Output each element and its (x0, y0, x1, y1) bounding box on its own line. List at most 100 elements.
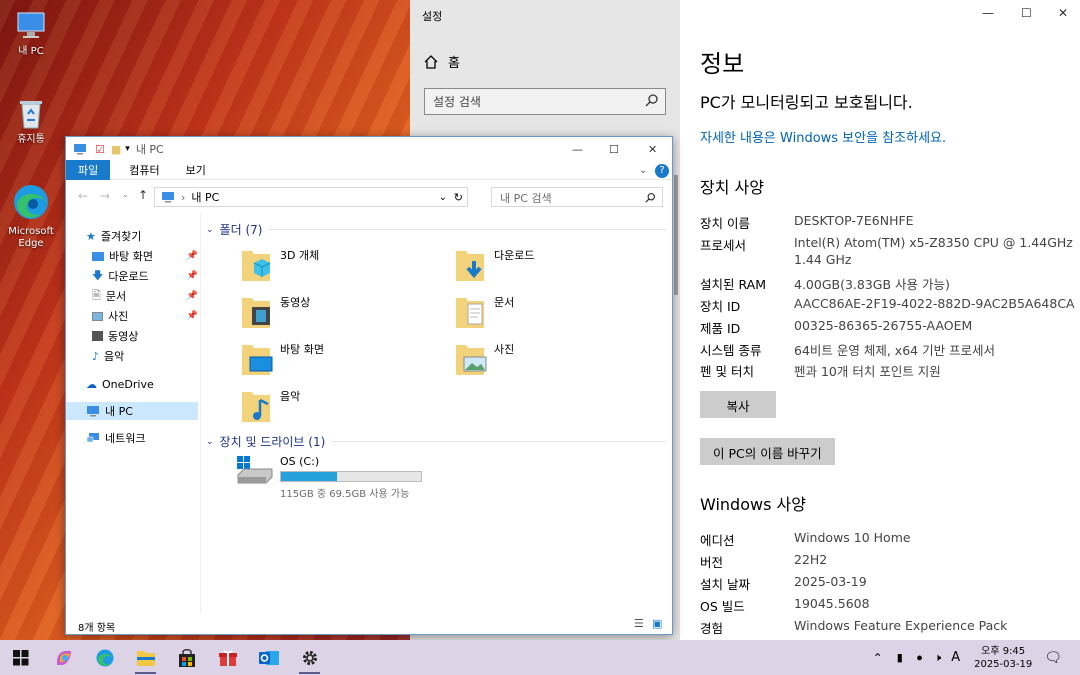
folder-documents[interactable]: 문서 (454, 294, 514, 330)
tab-computer[interactable]: 컴퓨터 (118, 160, 170, 180)
nav-item-music[interactable]: ♪ 음악 (92, 347, 200, 365)
address-bar[interactable]: › 내 PC ⌄ ↻ (154, 187, 468, 207)
folders-group-header[interactable]: ⌄ 폴더 (7) (206, 221, 666, 238)
chevron-down-icon[interactable]: ⌄ (639, 165, 647, 176)
nav-network[interactable]: 네트워크 (86, 429, 200, 447)
chevron-down-icon[interactable]: ⌄ (439, 192, 447, 203)
gift-button[interactable] (207, 640, 248, 675)
desktop-icon-this-pc[interactable]: 내 PC (6, 8, 56, 58)
details-view-icon[interactable]: ☰ (634, 617, 644, 630)
new-folder-icon[interactable]: ■ (111, 143, 121, 156)
nav-label: 바탕 화면 (109, 250, 153, 263)
scrollbar-thumb[interactable] (674, 175, 678, 295)
nav-this-pc[interactable]: 내 PC (66, 402, 198, 420)
pictures-icon (92, 311, 103, 321)
chevron-down-icon[interactable]: ▾ (125, 144, 130, 154)
settings-button[interactable] (289, 640, 330, 675)
video-icon (92, 331, 103, 341)
desktop-icon-label: 내 PC (18, 46, 44, 57)
nav-item-documents[interactable]: 🗎 문서 📌 (92, 287, 200, 305)
copilot-button[interactable] (43, 640, 84, 675)
spec-row: 설치된 RAM 4.00GB(3.83GB 사용 가능) (700, 274, 1080, 293)
up-icon[interactable]: ↑ (138, 188, 148, 202)
nav-item-videos[interactable]: 동영상 (92, 327, 200, 345)
minimize-button[interactable]: — (982, 6, 994, 20)
folder-label: 동영상 (280, 296, 311, 309)
file-explorer-button[interactable] (125, 640, 166, 675)
folder-downloads[interactable]: 다운로드 (454, 247, 534, 283)
gift-icon (218, 649, 237, 666)
documents-folder-icon (456, 298, 484, 328)
clock[interactable]: 오후 9:45 2025-03-19 (974, 645, 1032, 671)
folder-label: 3D 개체 (280, 249, 320, 262)
back-icon[interactable]: ← (78, 189, 88, 203)
star-icon: ★ (86, 229, 96, 243)
nav-label: OneDrive (102, 377, 154, 391)
outlook-icon (258, 650, 279, 665)
ime-indicator[interactable]: A (951, 650, 960, 665)
folder-3d-objects[interactable]: 3D 개체 (240, 247, 319, 283)
explorer-search-input[interactable]: 내 PC 검색 (491, 187, 663, 207)
music-icon: ♪ (92, 349, 100, 363)
spec-row: 설치 날짜 2025-03-19 (700, 574, 1080, 593)
computer-icon (17, 12, 45, 38)
nav-item-downloads[interactable]: 🡇 다운로드 📌 (92, 267, 200, 285)
nav-onedrive[interactable]: ☁ OneDrive (86, 375, 200, 393)
drive-detail: 115GB 중 69.5GB 사용 가능 (280, 489, 410, 500)
document-icon: 🗎 (92, 288, 101, 302)
drive-usage-bar (280, 471, 422, 482)
settings-home-item[interactable]: 홈 (424, 52, 460, 71)
properties-icon[interactable]: ☑ (95, 143, 105, 156)
folder-videos[interactable]: 동영상 (240, 294, 310, 330)
spec-value: 2025-03-19 (794, 574, 867, 589)
group-label: 장치 및 드라이브 (1) (219, 435, 326, 449)
folder-desktop[interactable]: 바탕 화면 (240, 341, 324, 377)
notification-icon[interactable]: 🗨 (1044, 650, 1062, 666)
outlook-button[interactable] (248, 640, 289, 675)
desktop-icon-edge[interactable]: Microsoft Edge (6, 182, 56, 250)
spec-value: 22H2 (794, 552, 828, 567)
large-icons-view-icon[interactable]: ▣ (652, 617, 662, 630)
tab-file[interactable]: 파일 (66, 160, 111, 180)
file-explorer-window: ☑ ■ ▾ 내 PC — ☐ ✕ 파일 컴퓨터 보기 ⌄ ? ← → ⌄ ↑ ›… (65, 136, 673, 635)
help-icon[interactable]: ? (655, 164, 669, 178)
chevron-up-icon[interactable]: ⌃ (873, 651, 883, 665)
folder-music[interactable]: 음악 (240, 388, 300, 424)
nav-quick-access[interactable]: ★ 즐겨찾기 (86, 227, 200, 245)
start-button[interactable] (0, 640, 41, 675)
nav-item-desktop[interactable]: 바탕 화면 📌 (92, 247, 200, 265)
maximize-button[interactable]: ☐ (1021, 6, 1032, 20)
rename-pc-button[interactable]: 이 PC의 이름 바꾸기 (700, 438, 835, 465)
drive-c[interactable]: OS (C:) 115GB 중 69.5GB 사용 가능 (236, 455, 422, 500)
store-button[interactable] (166, 640, 207, 675)
copy-button[interactable]: 복사 (700, 391, 776, 418)
forward-icon[interactable]: → (100, 189, 110, 203)
desktop-icon-recycle-bin[interactable]: 휴지통 (6, 96, 56, 146)
maximize-button[interactable]: ☐ (609, 143, 619, 156)
nav-item-pictures[interactable]: 사진 📌 (92, 307, 200, 325)
settings-search-input[interactable]: 설정 검색 (424, 88, 666, 115)
wifi-icon[interactable]: ⦁ (917, 651, 923, 665)
folder-pictures[interactable]: 사진 (454, 341, 514, 377)
battery-icon[interactable]: ▮ (897, 651, 903, 664)
search-icon (645, 94, 658, 107)
file-explorer-icon (136, 650, 155, 666)
minimize-button[interactable]: — (572, 143, 583, 156)
spec-row: 에디션 Windows 10 Home (700, 530, 1080, 549)
refresh-icon[interactable]: ↻ (454, 191, 463, 204)
volume-icon[interactable]: 🕨 (934, 651, 941, 665)
videos-folder-icon (242, 298, 270, 328)
drive-name: OS (C:) (280, 455, 320, 468)
tab-view[interactable]: 보기 (175, 160, 217, 180)
pin-icon: 📌 (186, 251, 198, 261)
close-button[interactable]: ✕ (648, 143, 657, 156)
drives-group-header[interactable]: ⌄ 장치 및 드라이브 (1) (206, 433, 666, 450)
chevron-down-icon[interactable]: ⌄ (122, 190, 129, 199)
windows-security-link[interactable]: 자세한 내용은 Windows 보안을 참조하세요. (700, 127, 946, 146)
spec-key: 설치 날짜 (700, 577, 750, 592)
edge-button[interactable] (84, 640, 125, 675)
window-title: 설정 (422, 10, 443, 23)
close-button[interactable]: ✕ (1058, 6, 1068, 20)
downloads-folder-icon (456, 251, 484, 281)
folder-label: 바탕 화면 (280, 343, 324, 356)
